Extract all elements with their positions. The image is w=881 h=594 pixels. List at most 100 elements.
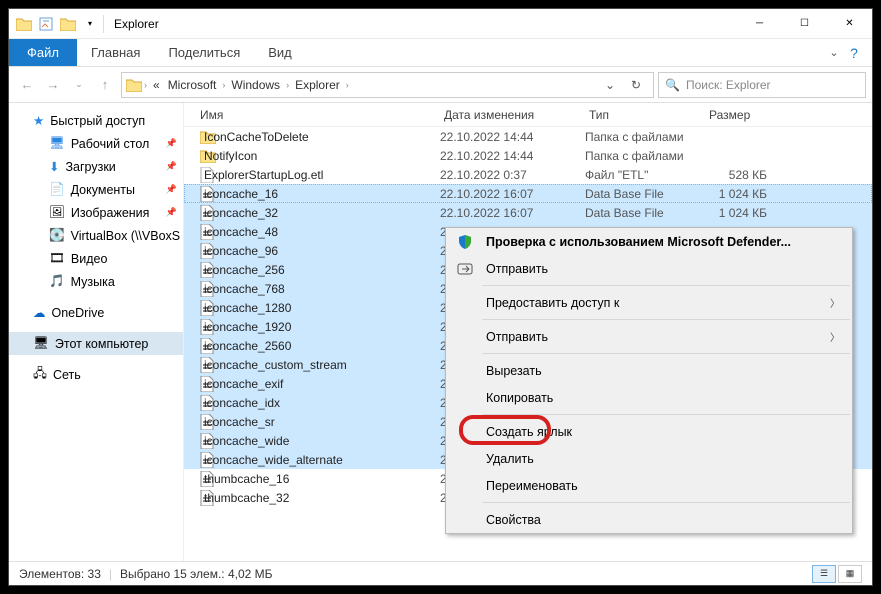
file-type: Data Base File	[585, 206, 705, 220]
qat-properties-icon[interactable]	[37, 15, 55, 33]
sidebar-virtualbox[interactable]: 💽VirtualBox (\\VBoxS	[9, 224, 183, 247]
status-count: Элементов: 33	[19, 567, 101, 581]
menu-item[interactable]: Отправить	[446, 255, 852, 282]
file-name: thumbcache_32	[204, 491, 440, 505]
forward-button[interactable]: →	[41, 73, 65, 97]
close-button[interactable]: ✕	[827, 9, 872, 39]
address-bar[interactable]: › « Microsoft› Windows› Explorer› ⌄ ↻	[121, 72, 654, 98]
window-title: Explorer	[104, 17, 159, 31]
file-name: iconcache_wide_alternate	[204, 453, 440, 467]
sidebar-network[interactable]: 🖧Сеть	[9, 363, 183, 386]
submenu-arrow-icon: 〉	[830, 295, 852, 310]
menu-item[interactable]: Свойства	[446, 506, 852, 533]
tab-share[interactable]: Поделиться	[154, 39, 254, 66]
file-name: iconcache_sr	[204, 415, 440, 429]
menu-item[interactable]: Предоставить доступ к〉	[446, 289, 852, 316]
context-menu: Проверка с использованием Microsoft Defe…	[445, 227, 853, 534]
pin-icon: 📌	[166, 207, 183, 218]
menu-label: Переименовать	[486, 479, 578, 493]
menu-item[interactable]: Отправить〉	[446, 323, 852, 350]
status-selection: Выбрано 15 элем.: 4,02 МБ	[120, 567, 273, 581]
tab-view[interactable]: Вид	[254, 39, 306, 66]
file-icon	[184, 167, 204, 183]
file-name: iconcache_768	[204, 282, 440, 296]
db-icon	[184, 433, 204, 449]
file-name: NotifyIcon	[204, 149, 440, 163]
breadcrumb-part[interactable]: Microsoft	[164, 78, 221, 92]
sidebar-music[interactable]: 🎵Музыка	[9, 270, 183, 293]
desktop-icon: 🖥	[49, 136, 65, 151]
breadcrumb-part[interactable]: Explorer	[291, 78, 344, 92]
menu-item[interactable]: Вырезать	[446, 357, 852, 384]
file-name: thumbcache_16	[204, 472, 440, 486]
col-name[interactable]: Имя	[184, 108, 444, 122]
menu-item[interactable]: Создать ярлык	[446, 418, 852, 445]
sidebar-onedrive[interactable]: ☁OneDrive	[9, 301, 183, 324]
file-row[interactable]: ExplorerStartupLog.etl22.10.2022 0:37Фай…	[184, 165, 872, 184]
status-bar: Элементов: 33 | Выбрано 15 элем.: 4,02 М…	[9, 561, 872, 585]
file-row[interactable]: iconcache_1622.10.2022 16:07Data Base Fi…	[184, 184, 872, 203]
menu-item[interactable]: Копировать	[446, 384, 852, 411]
breadcrumb-part[interactable]: Windows	[227, 78, 284, 92]
qat-newfolder-icon[interactable]	[59, 15, 77, 33]
sidebar-downloads[interactable]: ⬇Загрузки📌	[9, 155, 183, 178]
refresh-icon[interactable]: ↻	[623, 78, 649, 92]
file-row[interactable]: IconCacheToDelete22.10.2022 14:44Папка с…	[184, 127, 872, 146]
sidebar-videos[interactable]: 🎞Видео	[9, 247, 183, 270]
db-icon	[184, 395, 204, 411]
db-icon	[184, 452, 204, 468]
sidebar-pictures[interactable]: 🖼Изображения📌	[9, 201, 183, 224]
menu-label: Вырезать	[486, 364, 542, 378]
file-type: Папка с файлами	[585, 130, 705, 144]
menu-item[interactable]: Проверка с использованием Microsoft Defe…	[446, 228, 852, 255]
file-name: iconcache_1280	[204, 301, 440, 315]
sidebar-documents[interactable]: 📄Документы📌	[9, 178, 183, 201]
file-type: Папка с файлами	[585, 149, 705, 163]
monitor-icon: 🖥	[33, 336, 49, 351]
music-icon: 🎵	[49, 274, 65, 289]
recent-dropdown-icon[interactable]: ⌄	[67, 73, 91, 97]
back-button[interactable]: ←	[15, 73, 39, 97]
address-dropdown-icon[interactable]: ⌄	[597, 78, 623, 92]
tab-home[interactable]: Главная	[77, 39, 154, 66]
col-date[interactable]: Дата изменения	[444, 108, 589, 122]
db-icon	[184, 224, 204, 240]
quick-access-toolbar: ▾	[9, 15, 104, 33]
file-row[interactable]: iconcache_3222.10.2022 16:07Data Base Fi…	[184, 203, 872, 222]
menu-item[interactable]: Переименовать	[446, 472, 852, 499]
up-button[interactable]: ↑	[93, 73, 117, 97]
sidebar-this-pc[interactable]: 🖥Этот компьютер	[9, 332, 183, 355]
tab-file[interactable]: Файл	[9, 39, 77, 66]
help-icon[interactable]: ?	[844, 45, 864, 61]
db-icon	[184, 338, 204, 354]
view-details-button[interactable]: ☰	[812, 565, 836, 583]
share-icon	[456, 260, 474, 278]
file-row[interactable]: NotifyIcon22.10.2022 14:44Папка с файлам…	[184, 146, 872, 165]
file-name: IconCacheToDelete	[204, 130, 440, 144]
sidebar-desktop[interactable]: 🖥Рабочий стол📌	[9, 132, 183, 155]
file-name: iconcache_256	[204, 263, 440, 277]
file-name: iconcache_32	[204, 206, 440, 220]
menu-label: Проверка с использованием Microsoft Defe…	[486, 235, 791, 249]
file-type: Data Base File	[585, 187, 705, 201]
db-icon	[184, 319, 204, 335]
network-icon: 🖧	[33, 364, 47, 385]
search-input[interactable]: 🔍 Поиск: Explorer	[658, 72, 866, 98]
sidebar-quick-access[interactable]: ★Быстрый доступ	[9, 109, 183, 132]
menu-label: Удалить	[486, 452, 534, 466]
ribbon-expand-icon[interactable]: ⌄	[824, 46, 844, 59]
menu-separator	[482, 353, 850, 354]
file-size: 1 024 КБ	[705, 206, 805, 220]
menu-item[interactable]: Удалить	[446, 445, 852, 472]
db-icon	[184, 357, 204, 373]
col-size[interactable]: Размер	[709, 108, 809, 122]
maximize-button[interactable]: ☐	[782, 9, 827, 39]
shield-icon	[456, 233, 474, 251]
menu-separator	[482, 319, 850, 320]
menu-separator	[482, 285, 850, 286]
col-type[interactable]: Тип	[589, 108, 709, 122]
view-large-button[interactable]: ▦	[838, 565, 862, 583]
folder-icon	[184, 130, 204, 144]
minimize-button[interactable]: ─	[737, 9, 782, 39]
qat-dropdown-icon[interactable]: ▾	[81, 15, 99, 33]
